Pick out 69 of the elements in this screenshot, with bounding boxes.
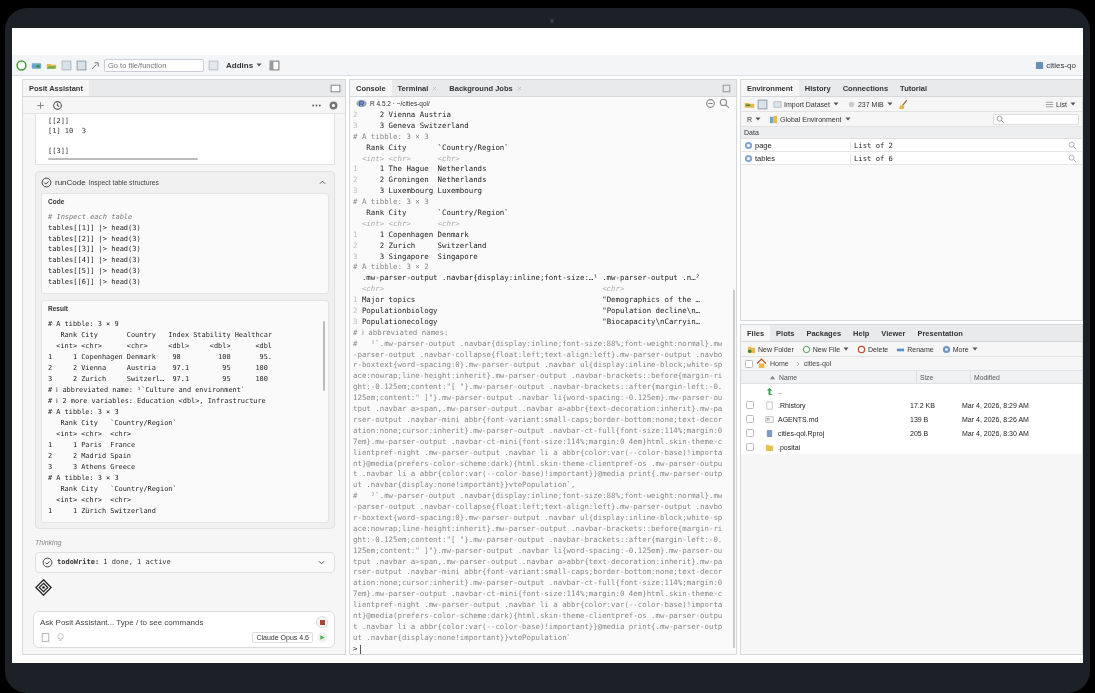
restore-icon[interactable] <box>721 82 732 94</box>
close-icon[interactable] <box>516 85 522 91</box>
caret-icon <box>843 346 850 352</box>
home-icon[interactable] <box>756 358 767 369</box>
caret-icon <box>755 116 762 122</box>
scrollbar[interactable] <box>48 158 198 160</box>
checkbox[interactable] <box>746 401 754 409</box>
folder-icon <box>765 442 774 452</box>
chevron-icon <box>794 360 801 367</box>
search-field[interactable] <box>993 113 1079 125</box>
caret-icon <box>832 101 839 107</box>
save-all-icon[interactable] <box>76 59 87 71</box>
collapse-icon[interactable] <box>318 178 327 187</box>
search-icon[interactable] <box>1068 140 1077 150</box>
tool-name: runCode <box>55 178 86 187</box>
camera-dot <box>550 19 554 23</box>
send-icon[interactable] <box>317 632 328 643</box>
attach-icon[interactable] <box>40 632 51 643</box>
message-input[interactable]: Ask Posit Assistant... Type / to see commands <box>40 617 312 627</box>
text-cursor <box>360 644 362 654</box>
stop-button[interactable] <box>316 616 328 628</box>
clear-console-icon[interactable] <box>705 98 716 109</box>
scrollbar[interactable] <box>733 290 735 648</box>
checkbox[interactable] <box>746 443 754 451</box>
assistant-logo-icon <box>35 578 52 596</box>
new-file-icon[interactable] <box>16 59 27 71</box>
caret-icon <box>971 346 978 352</box>
history-icon[interactable] <box>52 99 63 111</box>
environment-icon <box>769 114 779 124</box>
close-icon[interactable] <box>432 85 438 91</box>
pie-icon <box>846 99 856 109</box>
settings-icon[interactable] <box>328 99 339 111</box>
caret-icon <box>1070 101 1076 107</box>
save-icon[interactable] <box>61 59 72 71</box>
sort-ascending-icon <box>769 373 776 381</box>
grid-icon[interactable] <box>208 59 219 71</box>
new-folder-icon <box>747 344 756 354</box>
expand-circle-icon[interactable] <box>744 153 753 163</box>
list-icon <box>1045 99 1055 109</box>
maximize-icon[interactable] <box>330 82 341 94</box>
scrollbar[interactable] <box>323 320 325 391</box>
save-icon[interactable] <box>757 98 768 110</box>
checkbox[interactable] <box>746 429 754 437</box>
circle-icon <box>801 344 811 354</box>
go-to-arrow-icon <box>91 60 100 70</box>
addins-button[interactable]: Addins <box>223 59 266 71</box>
caret-icon <box>886 101 893 107</box>
check-circle-icon <box>42 556 53 568</box>
checkbox[interactable] <box>746 415 754 423</box>
up-arrow-icon[interactable] <box>765 386 774 396</box>
r-logo-icon <box>356 98 367 109</box>
gear-icon <box>941 344 951 354</box>
search-icon[interactable] <box>719 98 730 109</box>
caret-icon <box>256 62 263 68</box>
project-menu-button[interactable]: cities-qo <box>1032 59 1079 71</box>
broom-icon[interactable] <box>897 98 909 110</box>
project-icon <box>1035 60 1045 70</box>
plus-icon[interactable] <box>35 99 46 111</box>
expand-circle-icon[interactable] <box>744 140 753 150</box>
caret-icon <box>844 116 851 122</box>
table-icon <box>773 99 782 109</box>
checkbox[interactable] <box>745 359 753 368</box>
project-file-icon <box>765 428 774 438</box>
delete-icon <box>857 344 867 354</box>
search-icon[interactable] <box>1068 153 1077 163</box>
check-circle-icon <box>41 177 52 188</box>
search-icon <box>996 114 1005 124</box>
lightbulb-icon[interactable] <box>55 632 66 643</box>
pane-layout-icon[interactable] <box>269 59 281 71</box>
